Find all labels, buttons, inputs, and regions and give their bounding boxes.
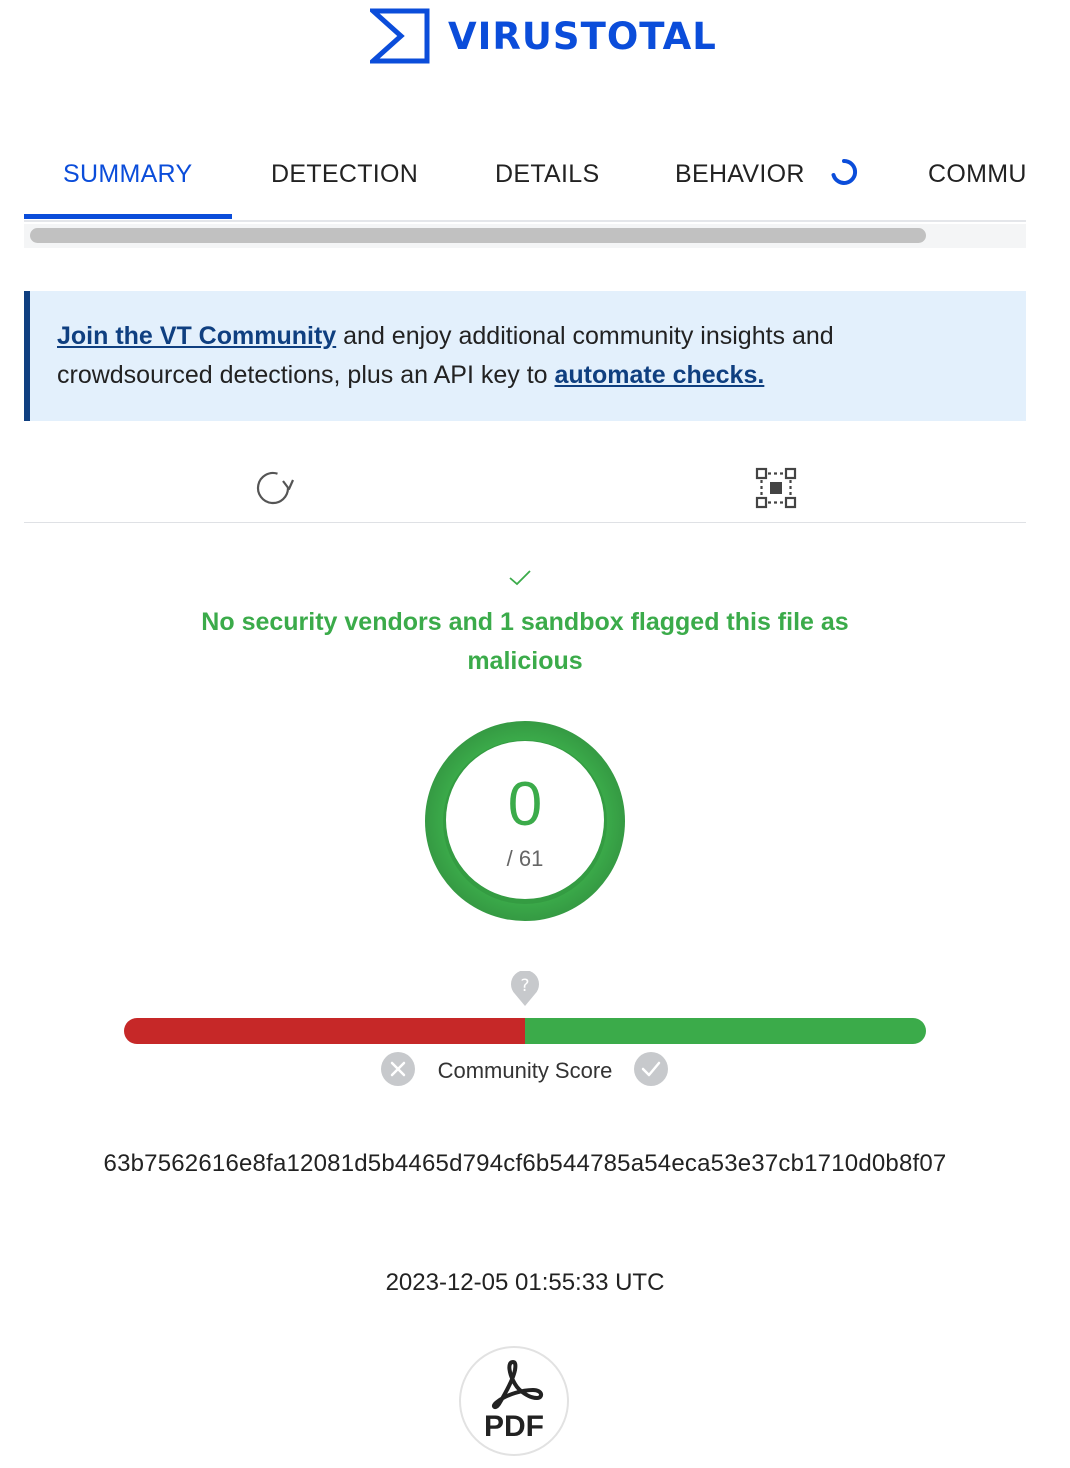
file-hash: 63b7562616e8fa12081d5b4465d794cf6b544785… bbox=[103, 1150, 947, 1177]
virustotal-sigma-logo-icon bbox=[370, 8, 430, 64]
community-score-bad-bar bbox=[124, 1018, 525, 1044]
tab-behavior[interactable]: BEHAVIOR bbox=[675, 130, 858, 218]
banner-text: Join the VT Community and enjoy addition… bbox=[57, 317, 937, 395]
graph-nodes-icon[interactable] bbox=[755, 467, 797, 509]
community-score-label: Community Score bbox=[437, 1058, 613, 1083]
vote-harmless-icon[interactable] bbox=[633, 1051, 669, 1087]
virustotal-logo[interactable]: VIRUSTOTAL bbox=[370, 8, 717, 64]
refresh-icon[interactable] bbox=[253, 468, 297, 508]
question-pin-icon[interactable]: ? bbox=[510, 971, 540, 1007]
detections-count: 0 bbox=[507, 770, 543, 839]
file-type-badge: PDF bbox=[459, 1346, 569, 1456]
community-score-good-bar bbox=[525, 1018, 926, 1044]
svg-text:?: ? bbox=[520, 976, 529, 996]
automate-checks-link[interactable]: automate checks. bbox=[555, 361, 765, 389]
community-banner: Join the VT Community and enjoy addition… bbox=[24, 291, 1026, 421]
loading-spinner-icon bbox=[831, 159, 858, 186]
tab-detection[interactable]: DETECTION bbox=[271, 130, 418, 218]
tab-bar: SUMMARY DETECTION DETAILS BEHAVIOR COMMU bbox=[24, 130, 1026, 220]
tab-community[interactable]: COMMU bbox=[928, 130, 1026, 218]
join-community-link[interactable]: Join the VT Community bbox=[57, 322, 336, 350]
tab-details[interactable]: DETAILS bbox=[495, 130, 599, 218]
brand-name: VIRUSTOTAL bbox=[448, 14, 717, 58]
engines-total: / 61 bbox=[506, 846, 544, 871]
check-icon bbox=[509, 570, 531, 586]
pdf-icon bbox=[491, 1360, 544, 1410]
analysis-date: 2023-12-05 01:55:33 UTC bbox=[385, 1269, 665, 1296]
scrollbar-thumb[interactable] bbox=[30, 228, 926, 243]
tab-divider bbox=[24, 220, 1026, 222]
file-type-label: PDF bbox=[484, 1410, 544, 1443]
actions-divider bbox=[24, 522, 1026, 523]
active-tab-indicator bbox=[24, 214, 232, 219]
tab-summary[interactable]: SUMMARY bbox=[63, 130, 192, 218]
detection-verdict: No security vendors and 1 sandbox flagge… bbox=[201, 608, 849, 675]
tab-behavior-label: BEHAVIOR bbox=[675, 160, 805, 188]
vote-harmful-icon[interactable] bbox=[380, 1051, 416, 1087]
